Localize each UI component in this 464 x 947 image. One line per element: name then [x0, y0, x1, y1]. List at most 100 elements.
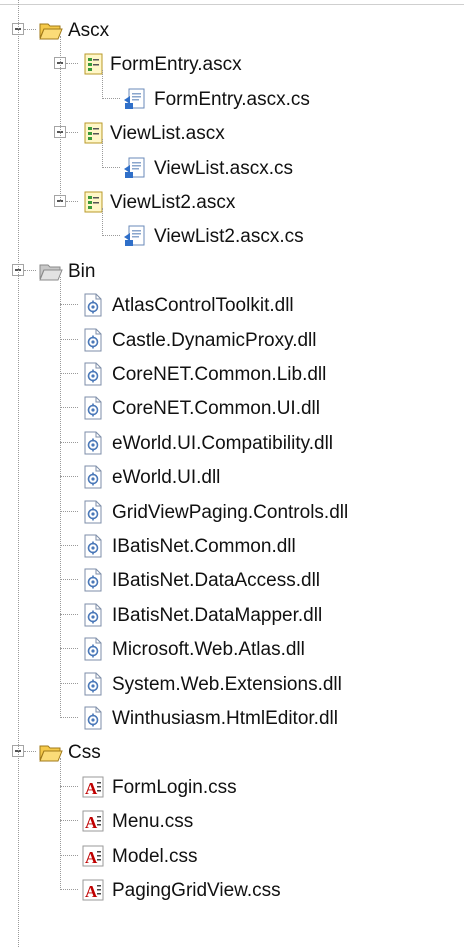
- dll-file-icon: [80, 533, 106, 559]
- tree-node-label: Microsoft.Web.Atlas.dll: [112, 639, 305, 661]
- svg-text:A: A: [85, 813, 98, 832]
- tree-node-label: FormEntry.ascx.cs: [154, 88, 310, 110]
- dll-file-icon: [80, 499, 106, 525]
- css-file-icon: A: [80, 877, 106, 903]
- dll-file-icon: [80, 567, 106, 593]
- tree-connector: [24, 269, 36, 271]
- tree-node-microsoft-web-atlas-dll[interactable]: Microsoft.Web.Atlas.dll: [0, 633, 464, 667]
- dll-file-icon: [80, 602, 106, 628]
- tree-node-label: Model.css: [112, 845, 198, 867]
- tree-connector: [24, 29, 36, 30]
- tree-node-ascx[interactable]: Ascx: [0, 14, 464, 48]
- tree-connector: [60, 441, 78, 443]
- tree-connector: [60, 373, 78, 374]
- tree-node-label: ViewList2.ascx: [110, 192, 236, 213]
- tree-connector: [60, 407, 78, 409]
- tree-node-label: IBatisNet.Common.dll: [112, 536, 296, 557]
- tree-node-winthusiasm-htmleditor-dll[interactable]: Winthusiasm.HtmlEditor.dll: [0, 702, 464, 736]
- tree-connector: [60, 648, 78, 650]
- tree-connector: [60, 889, 78, 890]
- tree-node-label: CoreNET.Common.UI.dll: [112, 398, 320, 420]
- tree-node-corenet-common-lib-dll[interactable]: CoreNET.Common.Lib.dll: [0, 358, 464, 392]
- dll-file-icon: [80, 464, 106, 490]
- tree-node-eworld-ui-dll[interactable]: eWorld.UI.dll: [0, 461, 464, 495]
- tree-node-label: System.Web.Extensions.dll: [112, 673, 342, 695]
- tree-node-label: IBatisNet.DataMapper.dll: [112, 604, 323, 626]
- tree-node-label: ViewList2.ascx.cs: [154, 226, 304, 248]
- tree-node-viewlist-ascx[interactable]: ViewList.ascx: [0, 117, 464, 151]
- tree-node-formlogin-css[interactable]: A FormLogin.css: [0, 771, 464, 805]
- css-file-icon: A: [80, 774, 106, 800]
- tree-node-castle-dynamicproxy-dll[interactable]: Castle.DynamicProxy.dll: [0, 324, 464, 358]
- tree-node-label: Css: [68, 742, 101, 764]
- tree-connector: [102, 166, 120, 168]
- solution-explorer-tree: Ascx FormEntry.ascx FormEntry.ascx.cs ViewL…: [0, 0, 464, 947]
- tree-connector: [24, 751, 36, 753]
- tree-node-ibatisnet-datamapper-dll[interactable]: IBatisNet.DataMapper.dll: [0, 599, 464, 633]
- cs-codefile-icon: [122, 223, 148, 249]
- cs-codefile-icon: [122, 155, 148, 181]
- tree-node-model-css[interactable]: A Model.css: [0, 840, 464, 874]
- dll-file-icon: [80, 705, 106, 731]
- top-divider: [0, 4, 464, 5]
- dll-file-icon: [80, 361, 106, 387]
- tree-node-viewlist-ascx-cs[interactable]: ViewList.ascx.cs: [0, 152, 464, 186]
- tree-node-label: Ascx: [68, 20, 110, 41]
- tree-node-ibatisnet-common-dll[interactable]: IBatisNet.Common.dll: [0, 530, 464, 564]
- css-file-icon: A: [80, 808, 106, 834]
- tree-node-label: IBatisNet.DataAccess.dll: [112, 570, 321, 592]
- tree-node-label: PagingGridView.css: [112, 880, 281, 901]
- tree-node-ibatisnet-dataaccess-dll[interactable]: IBatisNet.DataAccess.dll: [0, 564, 464, 598]
- tree-connector: [60, 717, 78, 718]
- tree-node-label: Menu.css: [112, 811, 194, 833]
- tree-node-label: AtlasControlToolkit.dll: [112, 295, 294, 317]
- tree-node-gridviewpaging-controls-dll[interactable]: GridViewPaging.Controls.dll: [0, 496, 464, 530]
- tree-node-system-web-extensions-dll[interactable]: System.Web.Extensions.dll: [0, 668, 464, 702]
- tree-connector: [60, 820, 78, 822]
- tree-guide-line: [18, 0, 19, 947]
- tree-node-label: FormEntry.ascx: [110, 54, 242, 76]
- tree-guide-line: [60, 758, 61, 890]
- tree-node-label: ViewList.ascx.cs: [154, 157, 294, 179]
- tree-connector: [102, 235, 120, 237]
- svg-text:A: A: [85, 882, 98, 901]
- tree-node-label: Bin: [68, 260, 96, 282]
- dll-file-icon: [80, 430, 106, 456]
- tree-guide-line: [102, 139, 103, 168]
- dll-file-icon: [80, 395, 106, 421]
- tree-node-css[interactable]: Css: [0, 736, 464, 770]
- svg-text:A: A: [85, 779, 98, 798]
- tree-node-viewlist2-ascx-cs[interactable]: ViewList2.ascx.cs: [0, 220, 464, 254]
- tree-node-label: GridViewPaging.Controls.dll: [112, 501, 349, 523]
- tree-node-formentry-ascx[interactable]: FormEntry.ascx: [0, 48, 464, 82]
- tree-node-viewlist2-ascx[interactable]: ViewList2.ascx: [0, 186, 464, 220]
- tree-node-label: Winthusiasm.HtmlEditor.dll: [112, 708, 338, 729]
- tree-node-label: ViewList.ascx: [110, 123, 225, 145]
- tree-node-label: FormLogin.css: [112, 776, 237, 798]
- tree-connector: [66, 63, 78, 65]
- tree-node-corenet-common-ui-dll[interactable]: CoreNET.Common.UI.dll: [0, 392, 464, 426]
- tree-node-atlascontroltoolkit-dll[interactable]: AtlasControlToolkit.dll: [0, 289, 464, 323]
- tree-guide-line: [60, 276, 61, 718]
- tree-connector: [102, 97, 120, 99]
- tree-connector: [60, 304, 78, 306]
- tree-guide-line: [102, 70, 103, 99]
- tree-node-paginggridview-css[interactable]: A PagingGridView.css: [0, 874, 464, 908]
- tree-connector: [60, 545, 78, 546]
- tree-connector: [60, 613, 78, 615]
- tree-connector: [60, 854, 78, 856]
- tree-node-eworld-ui-compatibility-dll[interactable]: eWorld.UI.Compatibility.dll: [0, 427, 464, 461]
- tree-node-bin[interactable]: Bin: [0, 255, 464, 289]
- tree-connector: [60, 476, 78, 478]
- tree-node-label: eWorld.UI.Compatibility.dll: [112, 432, 334, 454]
- tree-node-label: CoreNET.Common.Lib.dll: [112, 364, 327, 385]
- tree-guide-line: [102, 208, 103, 237]
- tree-node-menu-css[interactable]: A Menu.css: [0, 805, 464, 839]
- tree-connector: [60, 682, 78, 684]
- dll-file-icon: [80, 327, 106, 353]
- tree-node-formentry-ascx-cs[interactable]: FormEntry.ascx.cs: [0, 83, 464, 117]
- css-file-icon: A: [80, 843, 106, 869]
- svg-text:A: A: [85, 848, 98, 867]
- tree-connector: [60, 338, 78, 340]
- tree-connector: [60, 510, 78, 512]
